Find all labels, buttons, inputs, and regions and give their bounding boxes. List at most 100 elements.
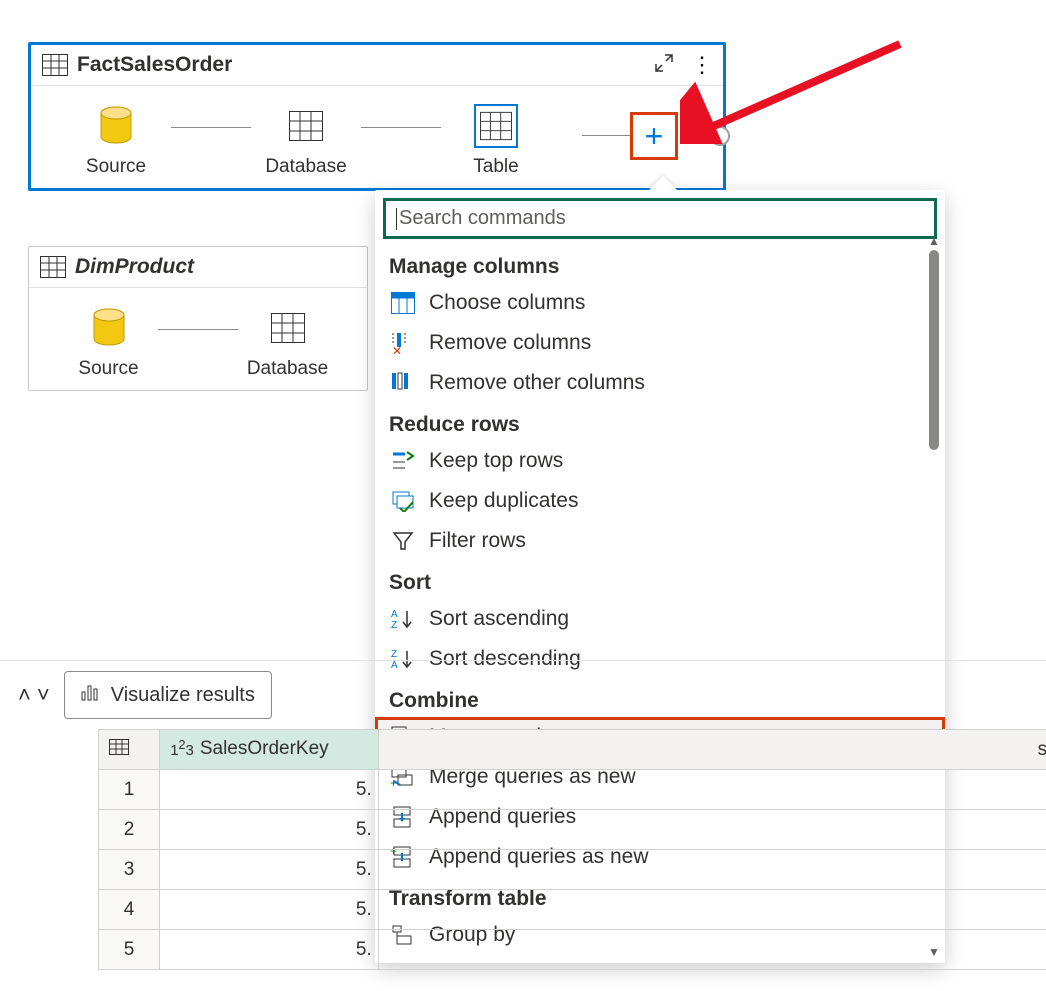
results-toolbar: ˄ ˅ Visualize results [0,660,1046,729]
query-card-factsalesorder[interactable]: FactSalesOrder ⋮ Source Database [28,42,726,191]
svg-text:A: A [391,609,398,620]
collapse-down-icon[interactable]: ˅ [37,682,50,708]
menu-keep-top-rows[interactable]: Keep top rows [375,441,945,481]
row-index: 2 [99,810,160,850]
scroll-up-arrow[interactable]: ▲ [927,234,941,248]
visualize-results-button[interactable]: Visualize results [64,671,272,719]
table-icon [284,104,328,148]
step-database[interactable]: Database [251,104,361,178]
results-panel: ˄ ˅ Visualize results 123 SalesOrderKey … [0,660,1046,970]
menu-remove-columns[interactable]: ✕ Remove columns [375,323,945,363]
svg-text:Z: Z [391,649,397,660]
choose-columns-icon [389,289,417,317]
card-header: DimProduct [29,247,367,288]
sort-asc-icon: AZ [389,605,417,633]
menu-label: Keep duplicates [429,489,578,513]
table-row[interactable]: 35. [99,850,1046,890]
endpoint-icon [710,126,730,146]
table-row[interactable]: 15. [99,770,1046,810]
table-icon [266,306,310,350]
row-index: 1 [99,770,160,810]
plus-icon: + [645,120,664,152]
query-card-dimproduct[interactable]: DimProduct Source Database [28,246,368,391]
step-connector [171,127,251,128]
menu-label: Filter rows [429,529,526,553]
filter-icon [389,527,417,555]
table-icon [41,51,69,79]
scroll-thumb[interactable] [929,250,939,450]
svg-text:✕: ✕ [392,344,402,355]
table-corner[interactable] [99,730,160,770]
remove-other-columns-icon [389,369,417,397]
add-step-button[interactable]: + [630,112,678,160]
cell-empty [378,810,1046,850]
menu-keep-duplicates[interactable]: Keep duplicates [375,481,945,521]
bar-chart-icon [81,682,101,708]
card-title: FactSalesOrder [77,53,653,77]
cell-empty [378,930,1046,970]
row-index: 3 [99,850,160,890]
more-icon[interactable]: ⋮ [691,58,713,71]
cell-empty [378,890,1046,930]
step-database[interactable]: Database [238,306,337,380]
card-header: FactSalesOrder ⋮ [31,45,723,86]
card-steps: Source Database [29,288,367,390]
step-source[interactable]: Source [59,306,158,380]
table-row[interactable]: 55. [99,930,1046,970]
card-steps: Source Database Table [31,86,723,188]
step-label: Source [86,156,146,178]
menu-choose-columns[interactable]: Choose columns [375,283,945,323]
keep-top-rows-icon [389,447,417,475]
step-table[interactable]: Table [441,104,551,178]
section-sort: Sort [375,561,945,599]
section-reduce-rows: Reduce rows [375,403,945,441]
cell-empty [378,850,1046,890]
card-title: DimProduct [75,255,357,279]
menu-label: Sort ascending [429,607,569,631]
step-connector [361,127,441,128]
table-row[interactable]: 25. [99,810,1046,850]
section-manage-columns: Manage columns [375,245,945,283]
table-icon [474,104,518,148]
column-header-truncated[interactable]: sto [378,730,1046,770]
database-icon [94,104,138,148]
menu-label: Remove other columns [429,371,645,395]
dropdown-caret [649,176,677,190]
menu-label: Keep top rows [429,449,563,473]
column-header-salesorderkey[interactable]: 123 SalesOrderKey [160,730,379,770]
cell-value: 5. [160,890,379,930]
step-source[interactable]: Source [61,104,171,178]
table-row[interactable]: 45. [99,890,1046,930]
button-label: Visualize results [111,684,255,707]
collapse-up-icon[interactable]: ˄ [18,682,31,708]
cell-value: 5. [160,850,379,890]
menu-remove-other-columns[interactable]: Remove other columns [375,363,945,403]
step-label: Database [265,156,346,178]
search-commands-input[interactable]: Search commands [383,198,937,239]
menu-filter-rows[interactable]: Filter rows [375,521,945,561]
menu-label: Choose columns [429,291,585,315]
step-connector [158,329,238,330]
search-placeholder: Search commands [399,207,566,230]
step-label: Source [78,358,138,380]
step-connector [582,135,632,136]
remove-columns-icon: ✕ [389,329,417,357]
cell-value: 5. [160,770,379,810]
table-icon [109,739,129,755]
row-index: 5 [99,930,160,970]
step-label: Table [473,156,518,178]
cell-value: 5. [160,930,379,970]
table-icon [39,253,67,281]
step-label: Database [247,358,328,380]
cell-value: 5. [160,810,379,850]
cell-empty [378,770,1046,810]
database-icon [87,306,131,350]
menu-label: Remove columns [429,331,591,355]
keep-duplicates-icon [389,487,417,515]
col-label: SalesOrderKey [200,738,329,760]
menu-sort-ascending[interactable]: AZ Sort ascending [375,599,945,639]
row-index: 4 [99,890,160,930]
expand-icon[interactable] [653,52,675,79]
svg-text:Z: Z [391,620,397,630]
results-table: 123 SalesOrderKey sto 15.25.35.45.55. [98,729,1046,970]
